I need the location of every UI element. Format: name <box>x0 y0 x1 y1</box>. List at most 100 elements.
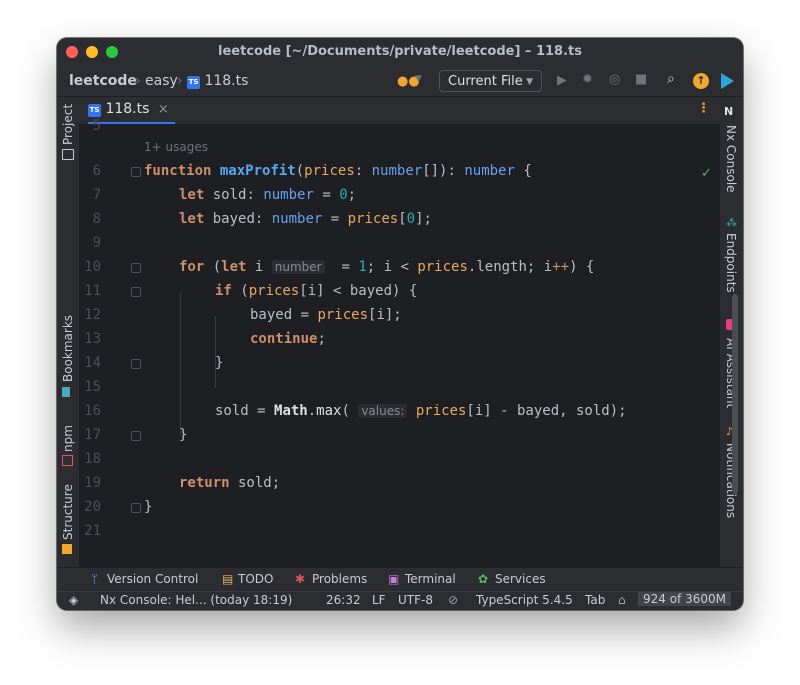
folder-icon <box>62 149 74 160</box>
run-config-select[interactable]: Current File ▼ <box>439 70 542 92</box>
run-icon[interactable]: ▶ <box>557 73 567 88</box>
layers-icon[interactable]: ◈ <box>69 593 78 607</box>
status-bar: ◈ Nx Console: Hel... (today 18:19) 26:32… <box>57 591 743 610</box>
services-icon: ✿ <box>478 572 489 586</box>
endpoints-icon: ⁂ <box>726 216 737 229</box>
lock-icon[interactable]: ⌂ <box>618 593 626 607</box>
line-number: 5 <box>92 118 101 134</box>
bookmark-icon <box>62 387 70 397</box>
memory-indicator[interactable]: 924 of 3600M <box>638 592 731 606</box>
update-icon[interactable]: ↑ <box>693 73 709 89</box>
tool-terminal[interactable]: Terminal <box>405 572 456 586</box>
fold-icon[interactable] <box>131 263 141 273</box>
todo-icon: ▤ <box>222 572 234 586</box>
code-line: 16 sold = Math.max( values: prices[i] - b… <box>79 399 720 423</box>
chevron-right-icon: › <box>177 73 183 89</box>
tool-bookmarks[interactable]: Bookmarks <box>61 315 75 382</box>
tool-services[interactable]: Services <box>495 572 546 586</box>
debug-icon[interactable]: ✹ <box>582 72 593 87</box>
fold-icon[interactable] <box>131 503 141 513</box>
inspection-icon[interactable]: ⊘ <box>448 593 458 607</box>
fold-icon[interactable] <box>131 287 141 297</box>
tool-version-control[interactable]: Version Control <box>107 572 198 586</box>
file-encoding[interactable]: UTF-8 <box>398 593 433 607</box>
line-number: 18 <box>84 451 101 467</box>
fold-icon[interactable] <box>131 167 141 177</box>
code-line: 20} <box>79 495 720 519</box>
plugin-icon[interactable] <box>721 73 734 89</box>
nx-icon: N <box>724 105 734 118</box>
code-text: } <box>144 499 153 515</box>
code-text: function maxProfit(prices: number[]): nu… <box>144 163 532 179</box>
code-line: 18 <box>79 447 720 471</box>
code-line: 7 let sold: number = 0; <box>79 183 720 207</box>
coverage-icon[interactable]: ◎ <box>609 72 620 87</box>
code-line: 11 if (prices[i] < bayed) { <box>79 279 720 303</box>
left-tool-strip: Project Bookmarks npm Structure <box>57 97 79 567</box>
tool-npm[interactable]: npm <box>61 425 75 452</box>
fold-icon[interactable] <box>131 431 141 441</box>
code-text: if (prices[i] < bayed) { <box>215 283 418 299</box>
line-number: 14 <box>84 355 101 371</box>
code-text: continue; <box>250 331 326 347</box>
main-toolbar: leetcode › easy › TS 118.ts ●● ▼ Current… <box>57 66 743 97</box>
run-config-label: Current File <box>448 74 523 89</box>
language-service[interactable]: TypeScript 5.4.5 <box>476 593 573 607</box>
code-line: 6 function maxProfit(prices: number[]): n… <box>79 159 720 183</box>
code-line: 12 bayed = prices[i]; <box>79 303 720 327</box>
param-hint: values: <box>358 404 408 418</box>
caret-position[interactable]: 26:32 <box>326 593 361 607</box>
code-text: } <box>215 355 224 371</box>
file-breadcrumb[interactable]: TS 118.ts <box>187 73 248 89</box>
npm-icon <box>62 455 73 466</box>
code-line: 10 for (let i number = 1; i < prices.leng… <box>79 255 720 279</box>
fold-icon[interactable] <box>131 359 141 369</box>
code-line: 8 let bayed: number = prices[0]; <box>79 207 720 231</box>
line-number: 10 <box>84 259 101 275</box>
chevron-right-icon: › <box>135 73 141 89</box>
folder-breadcrumb[interactable]: easy <box>145 73 178 89</box>
title-bar: leetcode [~/Documents/private/leetcode] … <box>57 38 743 66</box>
code-text: for (let i number = 1; i < prices.length… <box>179 259 595 275</box>
line-separator[interactable]: LF <box>372 593 386 607</box>
line-number: 12 <box>84 307 101 323</box>
line-number: 9 <box>92 235 101 251</box>
usages-hint[interactable]: 1+ usages <box>144 140 208 154</box>
line-number: 6 <box>92 163 101 179</box>
code-text: let sold: number = 0; <box>179 187 357 203</box>
code-text: sold = Math.max( values: prices[i] - bay… <box>215 403 627 419</box>
code-line: 17} <box>79 423 720 447</box>
line-number: 21 <box>84 523 101 539</box>
problems-icon: ✱ <box>295 572 306 586</box>
line-number: 7 <box>92 187 101 203</box>
line-number: 17 <box>84 427 101 443</box>
code-line: 13 continue; <box>79 327 720 351</box>
tool-project[interactable]: Project <box>61 104 75 145</box>
line-number: 20 <box>84 499 101 515</box>
typescript-file-icon: TS <box>187 76 200 89</box>
search-icon[interactable]: ⌕ <box>667 71 675 87</box>
code-line: 19 return sold; <box>79 471 720 495</box>
code-editor[interactable]: ✓ 5 1+ usages 6 function maxProfit(prices… <box>79 118 738 578</box>
terminal-icon: ▣ <box>388 572 400 586</box>
tool-problems[interactable]: Problems <box>312 572 367 586</box>
code-text: let bayed: number = prices[0]; <box>179 211 432 227</box>
line-number: 15 <box>84 379 101 395</box>
tool-nx-console[interactable]: Nx Console <box>724 125 738 193</box>
code-text: } <box>179 427 188 443</box>
line-number: 11 <box>84 283 101 299</box>
vertical-scrollbar[interactable] <box>732 294 738 494</box>
tool-todo[interactable]: TODO <box>238 572 273 586</box>
indent-setting[interactable]: Tab <box>585 593 605 607</box>
stop-icon[interactable]: ■ <box>635 72 647 87</box>
code-line: 9 <box>79 231 720 255</box>
status-message[interactable]: Nx Console: Hel... (today 18:19) <box>100 593 292 607</box>
tool-window-bar: ᛘ Version Control ▤ TODO ✱ Problems ▣ Te… <box>57 567 743 592</box>
tool-structure[interactable]: Structure <box>61 484 75 540</box>
project-breadcrumb[interactable]: leetcode <box>69 73 137 89</box>
code-line: 21 <box>79 519 720 543</box>
chevron-down-icon: ▼ <box>526 77 533 87</box>
tool-endpoints[interactable]: Endpoints <box>724 233 738 293</box>
line-number: 8 <box>92 211 101 227</box>
code-text: return sold; <box>179 475 281 491</box>
